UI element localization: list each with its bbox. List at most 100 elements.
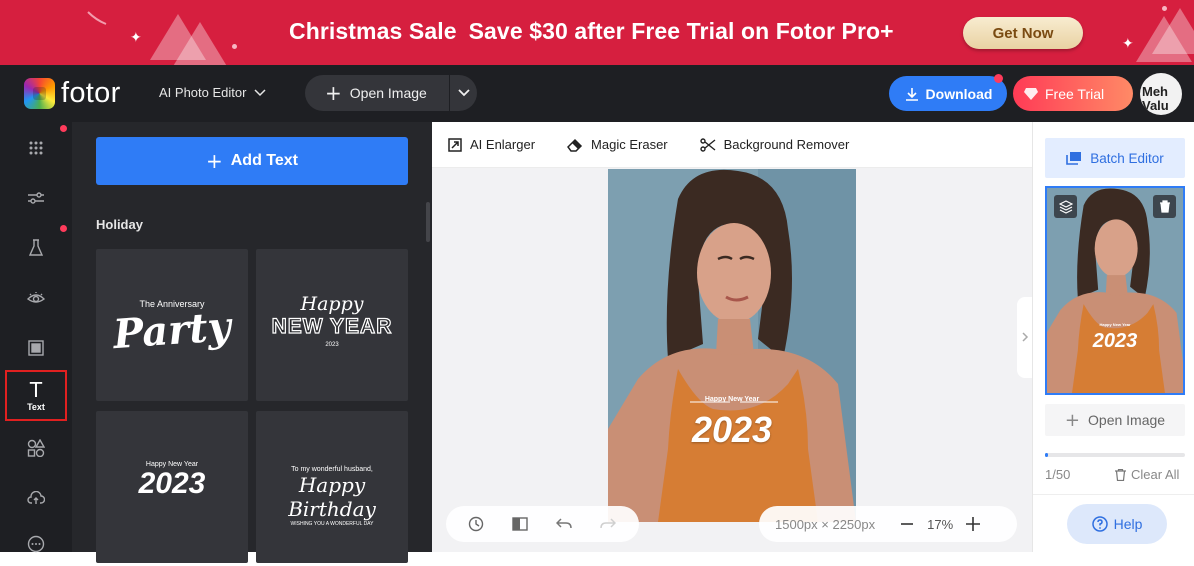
- ai-enlarger-tool[interactable]: AI Enlarger: [448, 137, 535, 152]
- effects-icon[interactable]: [14, 226, 58, 270]
- get-now-button[interactable]: Get Now: [963, 17, 1083, 49]
- flask-icon: [28, 239, 44, 256]
- canvas-toolbar: AI Enlarger Magic Eraser Background Remo…: [432, 122, 1032, 168]
- background-remover-tool[interactable]: Background Remover: [699, 137, 850, 152]
- zoom-in-icon[interactable]: [966, 517, 981, 531]
- editor-menu-label: AI Photo Editor: [159, 85, 247, 100]
- history-icon[interactable]: [468, 516, 484, 532]
- undo-icon[interactable]: [556, 517, 572, 531]
- templates-icon[interactable]: [14, 126, 58, 170]
- card-big-text: 2023: [138, 467, 206, 500]
- ribbon-icon: [87, 11, 107, 25]
- compare-icon[interactable]: [512, 516, 528, 532]
- background-remover-label: Background Remover: [723, 137, 850, 152]
- trash-icon[interactable]: [1153, 195, 1176, 218]
- ellipsis-circle-icon: [27, 535, 45, 553]
- avatar[interactable]: Meh Valu: [1140, 73, 1182, 115]
- layers-icon[interactable]: [1054, 195, 1077, 218]
- editor-menu[interactable]: AI Photo Editor: [159, 85, 266, 100]
- right-panel: Batch Editor Happy New Year 2023 + Open …: [1032, 122, 1194, 552]
- beauty-icon[interactable]: [14, 276, 58, 320]
- clear-all-label: Clear All: [1131, 467, 1180, 482]
- card-sub-text: 2023: [325, 342, 339, 348]
- frame-icon: [28, 340, 44, 356]
- adjust-icon[interactable]: [14, 176, 58, 220]
- cloud-icon[interactable]: [14, 476, 58, 520]
- tree-decoration: [1152, 8, 1194, 54]
- card-big-text: Party: [111, 302, 233, 359]
- panel-scrollbar[interactable]: [426, 202, 430, 242]
- sparkle-icon: ✦: [130, 30, 142, 46]
- card-small-text: To my wonderful husband,: [291, 466, 373, 473]
- download-label: Download: [925, 85, 993, 102]
- eraser-icon: [567, 138, 583, 152]
- frames-icon[interactable]: [14, 326, 58, 370]
- chevron-down-icon[interactable]: [457, 85, 471, 101]
- fotor-logo[interactable]: fotor: [24, 78, 121, 109]
- magic-eraser-label: Magic Eraser: [591, 137, 668, 152]
- add-text-button[interactable]: + Add Text: [96, 137, 408, 185]
- section-title: Holiday: [96, 217, 143, 232]
- question-icon: [1091, 516, 1108, 532]
- text-nav-item[interactable]: T Text: [5, 370, 67, 421]
- more-icon[interactable]: [14, 522, 58, 566]
- help-button[interactable]: Help: [1067, 504, 1167, 544]
- text-nav-label: Text: [27, 401, 45, 412]
- notification-dot: [60, 225, 67, 232]
- open-image-label: Open Image: [349, 85, 427, 101]
- open-image-button[interactable]: + Open Image: [305, 75, 477, 111]
- portrait-image: [608, 169, 856, 522]
- sliders-icon: [28, 192, 44, 204]
- diamond-icon: [1024, 87, 1038, 100]
- promo-banner[interactable]: ✦ ✦ Christmas Sale Save $30 after Free Tr…: [0, 0, 1194, 65]
- ai-enlarger-label: AI Enlarger: [470, 137, 536, 152]
- divider: [449, 75, 450, 111]
- free-trial-button[interactable]: Free Trial: [1013, 76, 1133, 111]
- canvas-photo[interactable]: Happy New Year 2023: [608, 169, 856, 522]
- batch-editor-label: Batch Editor: [1090, 150, 1164, 166]
- clear-all-button[interactable]: Clear All: [1115, 467, 1179, 482]
- shapes-icon: [27, 439, 45, 457]
- magic-eraser-tool[interactable]: Magic Eraser: [567, 137, 668, 152]
- history-bar: [446, 506, 639, 542]
- batch-editor-button[interactable]: Batch Editor: [1045, 138, 1185, 178]
- redo-icon[interactable]: [600, 517, 616, 531]
- banner-title-sale: Christmas Sale: [289, 18, 457, 44]
- thumbnail-image: [1047, 188, 1183, 393]
- text-template-card[interactable]: Happy NEW YEAR 2023: [256, 249, 408, 401]
- card-big-text: Happy Birthday: [288, 473, 376, 521]
- zoom-out-icon[interactable]: [901, 523, 914, 525]
- elements-icon[interactable]: [14, 426, 58, 470]
- banner-title: Christmas Sale Save $30 after Free Trial …: [289, 18, 906, 45]
- card-sub-text: WISHING YOU A WONDERFUL DAY: [290, 521, 374, 527]
- enlarge-icon: [448, 137, 462, 152]
- text-template-card[interactable]: The Anniversary Party: [96, 249, 248, 401]
- plus-icon: +: [325, 81, 342, 105]
- card-big-text: NEW YEAR: [271, 314, 393, 338]
- open-image-label: Open Image: [1088, 412, 1166, 428]
- add-text-label: Add Text: [230, 152, 299, 169]
- card-small-text: Happy: [300, 293, 364, 315]
- cloud-upload-icon: [27, 491, 45, 504]
- banner-title-offer: Save $30 after Free Trial on Fotor Pro+: [468, 18, 894, 44]
- thumb-overlay-small: Happy New Year: [1099, 322, 1131, 327]
- overlay-big-text: 2023: [691, 409, 773, 450]
- text-template-card[interactable]: Happy New Year 2023: [96, 411, 248, 563]
- eye-icon: [27, 292, 45, 303]
- zoom-bar: 1500px × 2250px 17%: [759, 506, 1017, 542]
- open-image-button-secondary[interactable]: + Open Image: [1045, 404, 1185, 436]
- download-button[interactable]: Download: [889, 74, 1007, 111]
- logo-text: fotor: [61, 77, 121, 109]
- fotor-logo-icon: [24, 78, 55, 109]
- overlay-small-text: Happy New Year: [704, 396, 760, 403]
- chevron-down-icon: [254, 88, 266, 96]
- divider: [1033, 494, 1194, 495]
- image-thumbnail[interactable]: Happy New Year 2023: [1045, 186, 1185, 395]
- snow-dot: [232, 44, 237, 49]
- expand-right-panel-button[interactable]: [1017, 297, 1032, 378]
- help-label: Help: [1113, 516, 1143, 532]
- tree-decoration: [172, 22, 228, 65]
- download-icon: [905, 87, 918, 101]
- image-dimensions: 1500px × 2250px: [775, 516, 876, 532]
- text-template-card[interactable]: To my wonderful husband, Happy Birthday …: [256, 411, 408, 563]
